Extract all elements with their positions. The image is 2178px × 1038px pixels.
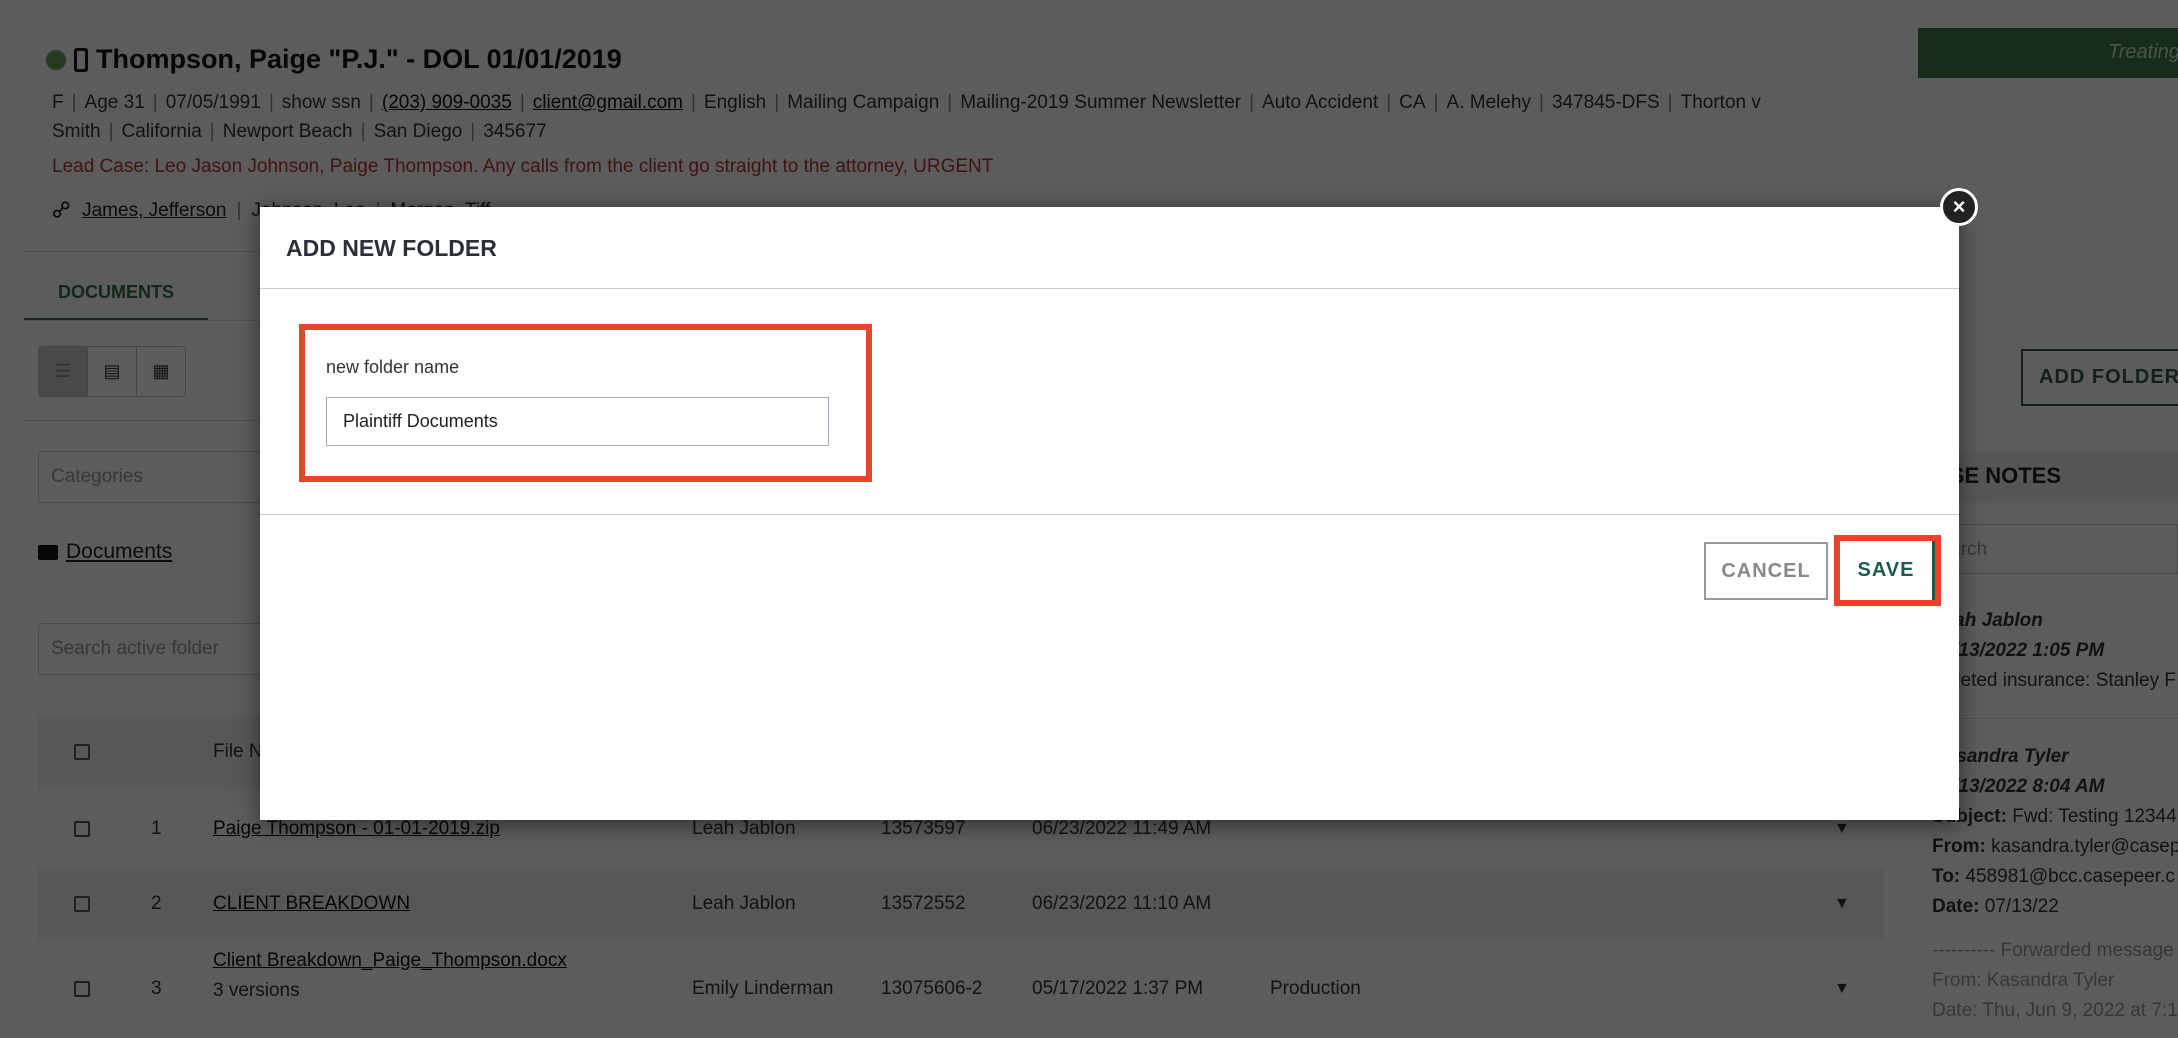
separator: | [519, 92, 525, 113]
row-number: 2 [151, 893, 162, 914]
separator: | [152, 92, 158, 113]
folder-breadcrumb: Documents [38, 540, 172, 564]
row-number: 1 [151, 818, 162, 839]
show-ssn-link[interactable]: show ssn [282, 92, 361, 113]
info-item: Newport Beach [222, 121, 353, 142]
grid-view-icon[interactable]: ▦ [137, 347, 185, 396]
versions-text: 3 versions [213, 980, 300, 1001]
cancel-button[interactable]: CANCEL [1704, 542, 1828, 600]
file-id: 13075606-2 [881, 978, 983, 999]
dialog-title: ADD NEW FOLDER [286, 235, 497, 261]
separator: | [1539, 92, 1544, 113]
separator: | [360, 121, 366, 142]
info-line-1: F | Age 31 | 07/05/1991 | show ssn | (203) 909-0… [52, 92, 1761, 114]
row-number: 3 [151, 978, 162, 999]
upload-date: 06/23/2022 11:49 AM [1032, 818, 1212, 839]
upload-date: 05/17/2022 1:37 PM [1032, 978, 1204, 999]
lead-case-note: Lead Case: Leo Jason Johnson, Paige Thom… [52, 156, 994, 177]
info-item: San Diego [373, 121, 463, 142]
add-new-folder-dialog: ADD NEW FOLDER new folder name CANCEL SA… [260, 207, 1959, 820]
folder-icon [38, 544, 58, 560]
info-item: CA [1399, 92, 1426, 113]
uploaded-by: Leah Jablon [692, 818, 796, 839]
separator: | [268, 92, 274, 113]
info-item: Age 31 [84, 92, 145, 113]
info-item: F [52, 92, 64, 113]
separator: | [71, 92, 77, 113]
link-icon: ⚯ [45, 193, 79, 228]
separator: | [1667, 92, 1673, 113]
info-item: A. Melehy [1446, 92, 1531, 113]
category: Production [1270, 978, 1361, 999]
info-item: Thorton v [1680, 92, 1761, 113]
phone-link[interactable]: (203) 909-0035 [382, 92, 512, 113]
separator: | [947, 92, 953, 113]
close-icon[interactable]: × [1940, 188, 1978, 226]
separator: | [368, 92, 374, 113]
divider [260, 514, 1959, 515]
file-name-link[interactable]: Client Breakdown_Paige_Thompson.docx [213, 950, 567, 971]
treating-status-banner: Treating [1918, 28, 2178, 78]
uploaded-by: Leah Jablon [692, 893, 796, 914]
info-line-2: Smith | California | Newport Beach | San Diego… [52, 121, 547, 143]
separator: | [470, 121, 476, 142]
folder-name-input[interactable] [326, 397, 829, 446]
separator: | [1386, 92, 1392, 113]
file-id: 13572552 [881, 893, 966, 914]
info-item: Smith [52, 121, 101, 142]
case-title: Thompson, Paige "P.J." - DOL 01/01/2019 [46, 44, 622, 75]
info-item: Mailing Campaign [787, 92, 940, 113]
file-id: 13573597 [881, 818, 966, 839]
case-note: Kasandra Tyler 07/13/2022 8:04 AM Subjec… [1932, 746, 2178, 1021]
row-actions-dropdown-icon[interactable]: ▼ [1834, 895, 1850, 913]
status-dot-icon [46, 49, 66, 70]
separator: | [1433, 92, 1439, 113]
info-item: California [121, 121, 202, 142]
upload-date: 06/23/2022 11:10 AM [1032, 893, 1212, 914]
info-item: Mailing-2019 Summer Newsletter [960, 92, 1242, 113]
phone-icon [74, 47, 88, 72]
save-button[interactable]: SAVE [1840, 541, 1935, 600]
info-item: 347845-DFS [1551, 92, 1660, 113]
file-name-link[interactable]: Paige Thompson - 01-01-2019.zip [213, 818, 500, 839]
email-link[interactable]: client@gmail.com [533, 92, 683, 113]
folder-name-label: new folder name [326, 357, 460, 377]
documents-folder-link[interactable]: Documents [66, 540, 172, 564]
row-checkbox[interactable] [74, 896, 90, 912]
case-note: Leah Jablon 07/13/2022 1:05 PM Deleted i… [1932, 610, 2176, 691]
table-row: 2 CLIENT BREAKDOWN Leah Jablon 13572552 … [38, 868, 1884, 940]
divider [260, 288, 1959, 289]
row-actions-dropdown-icon[interactable]: ▼ [1834, 820, 1850, 838]
detail-view-icon[interactable]: ▤ [88, 347, 137, 396]
info-item: 07/05/1991 [165, 92, 261, 113]
separator: | [209, 121, 215, 142]
separator: | [690, 92, 696, 113]
add-folder-button[interactable]: ADD FOLDER [2021, 349, 2178, 406]
uploaded-by: Emily Linderman [692, 978, 834, 999]
info-item: English [703, 92, 767, 113]
separator: | [774, 92, 780, 113]
view-toggle: ☰ ▤ ▦ [38, 346, 186, 397]
linked-case-link[interactable]: James, Jefferson [82, 200, 226, 222]
select-all-checkbox[interactable] [74, 744, 90, 760]
separator: | [108, 121, 114, 142]
info-item: Auto Accident [1262, 92, 1379, 113]
file-name-link[interactable]: CLIENT BREAKDOWN [213, 893, 410, 914]
info-item: 345677 [483, 121, 547, 142]
row-actions-dropdown-icon[interactable]: ▼ [1834, 980, 1850, 998]
row-checkbox[interactable] [74, 821, 90, 837]
separator: | [1249, 92, 1255, 113]
row-checkbox[interactable] [74, 981, 90, 997]
tab-documents[interactable]: DOCUMENTS [58, 282, 174, 303]
table-row: 3 Client Breakdown_Paige_Thompson.docx 3 … [38, 940, 1884, 1038]
list-view-icon[interactable]: ☰ [39, 347, 88, 396]
